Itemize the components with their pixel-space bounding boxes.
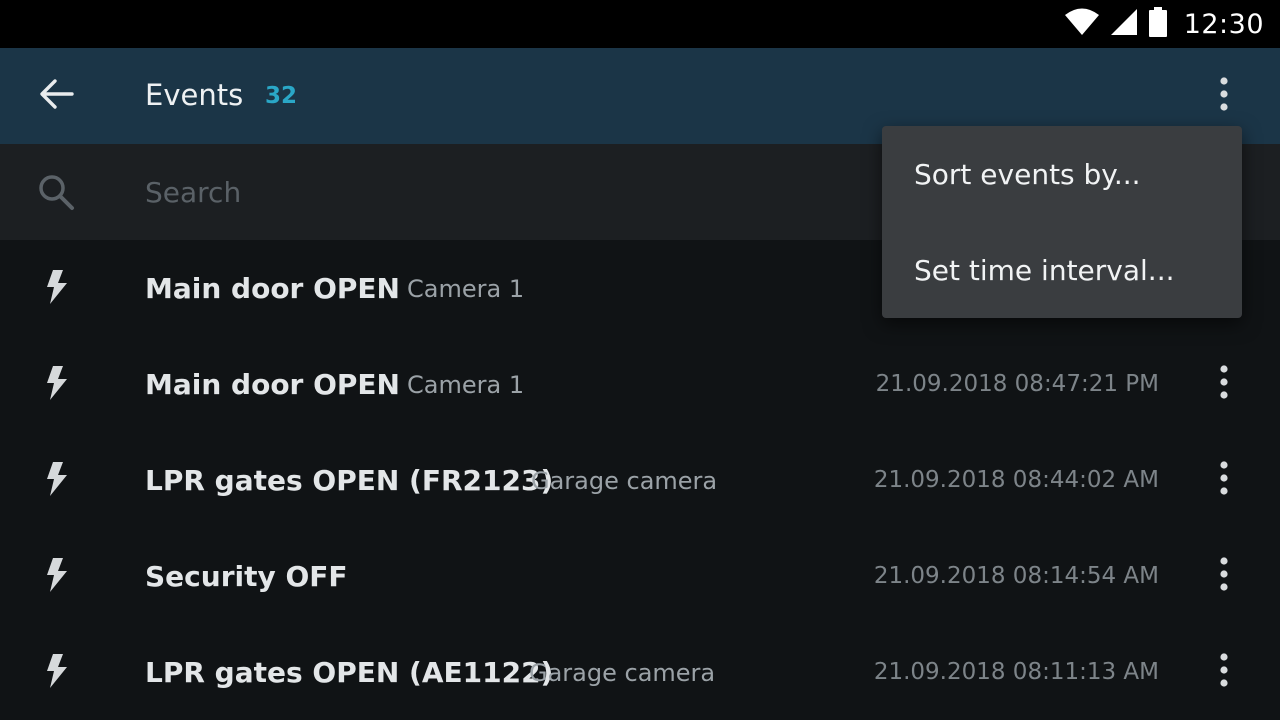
row-more-button[interactable]	[1204, 652, 1244, 692]
event-title: Main door OPEN	[145, 368, 400, 401]
event-camera: Camera 1	[407, 371, 525, 399]
overflow-popup-menu: Sort events by... Set time interval...	[882, 126, 1242, 318]
status-time: 12:30	[1183, 8, 1264, 40]
more-vertical-icon	[1219, 557, 1229, 595]
more-vertical-icon	[1219, 77, 1229, 115]
event-camera: Garage camera	[529, 659, 716, 687]
battery-icon	[1148, 7, 1168, 41]
event-time: 21.09.2018 08:44:02 AM	[873, 467, 1159, 493]
overflow-menu-button[interactable]	[1204, 76, 1244, 116]
more-vertical-icon	[1219, 365, 1229, 403]
lightning-icon	[44, 270, 70, 304]
arrow-back-icon	[38, 78, 74, 114]
status-icons: 12:30	[1064, 0, 1264, 48]
lightning-icon	[44, 462, 70, 496]
menu-item-set-time-interval[interactable]: Set time interval...	[882, 222, 1242, 318]
signal-icon	[1110, 8, 1138, 40]
event-row[interactable]: LPR gates OPEN (AE1122) Garage camera 21…	[0, 624, 1280, 720]
event-title: LPR gates OPEN (AE1122)	[145, 656, 554, 689]
back-button[interactable]	[28, 72, 84, 120]
page-title: Events	[145, 78, 244, 112]
wifi-icon	[1064, 8, 1100, 40]
search-input[interactable]	[145, 168, 845, 216]
menu-item-sort-events[interactable]: Sort events by...	[882, 126, 1242, 222]
event-count-badge: 32	[265, 83, 298, 109]
lightning-icon	[44, 366, 70, 400]
search-icon	[36, 172, 76, 212]
event-time: 21.09.2018 08:14:54 AM	[873, 563, 1159, 589]
event-row[interactable]: Security OFF 21.09.2018 08:14:54 AM	[0, 528, 1280, 624]
event-time: 21.09.2018 08:11:13 AM	[873, 659, 1159, 685]
event-title: LPR gates OPEN (FR2123)	[145, 464, 554, 497]
event-camera: Camera 1	[407, 275, 525, 303]
event-time: 21.09.2018 08:47:21 PM	[875, 371, 1159, 397]
event-row[interactable]: Main door OPEN Camera 1 21.09.2018 08:47…	[0, 336, 1280, 432]
more-vertical-icon	[1219, 461, 1229, 499]
event-camera: Garage camera	[531, 467, 718, 495]
lightning-icon	[44, 654, 70, 688]
event-title: Main door OPEN	[145, 272, 400, 305]
row-more-button[interactable]	[1204, 460, 1244, 500]
lightning-icon	[44, 558, 70, 592]
more-vertical-icon	[1219, 653, 1229, 691]
status-bar: 12:30	[0, 0, 1280, 48]
event-row[interactable]: LPR gates OPEN (FR2123) Garage camera 21…	[0, 432, 1280, 528]
row-more-button[interactable]	[1204, 556, 1244, 596]
event-title: Security OFF	[145, 560, 348, 593]
row-more-button[interactable]	[1204, 364, 1244, 404]
